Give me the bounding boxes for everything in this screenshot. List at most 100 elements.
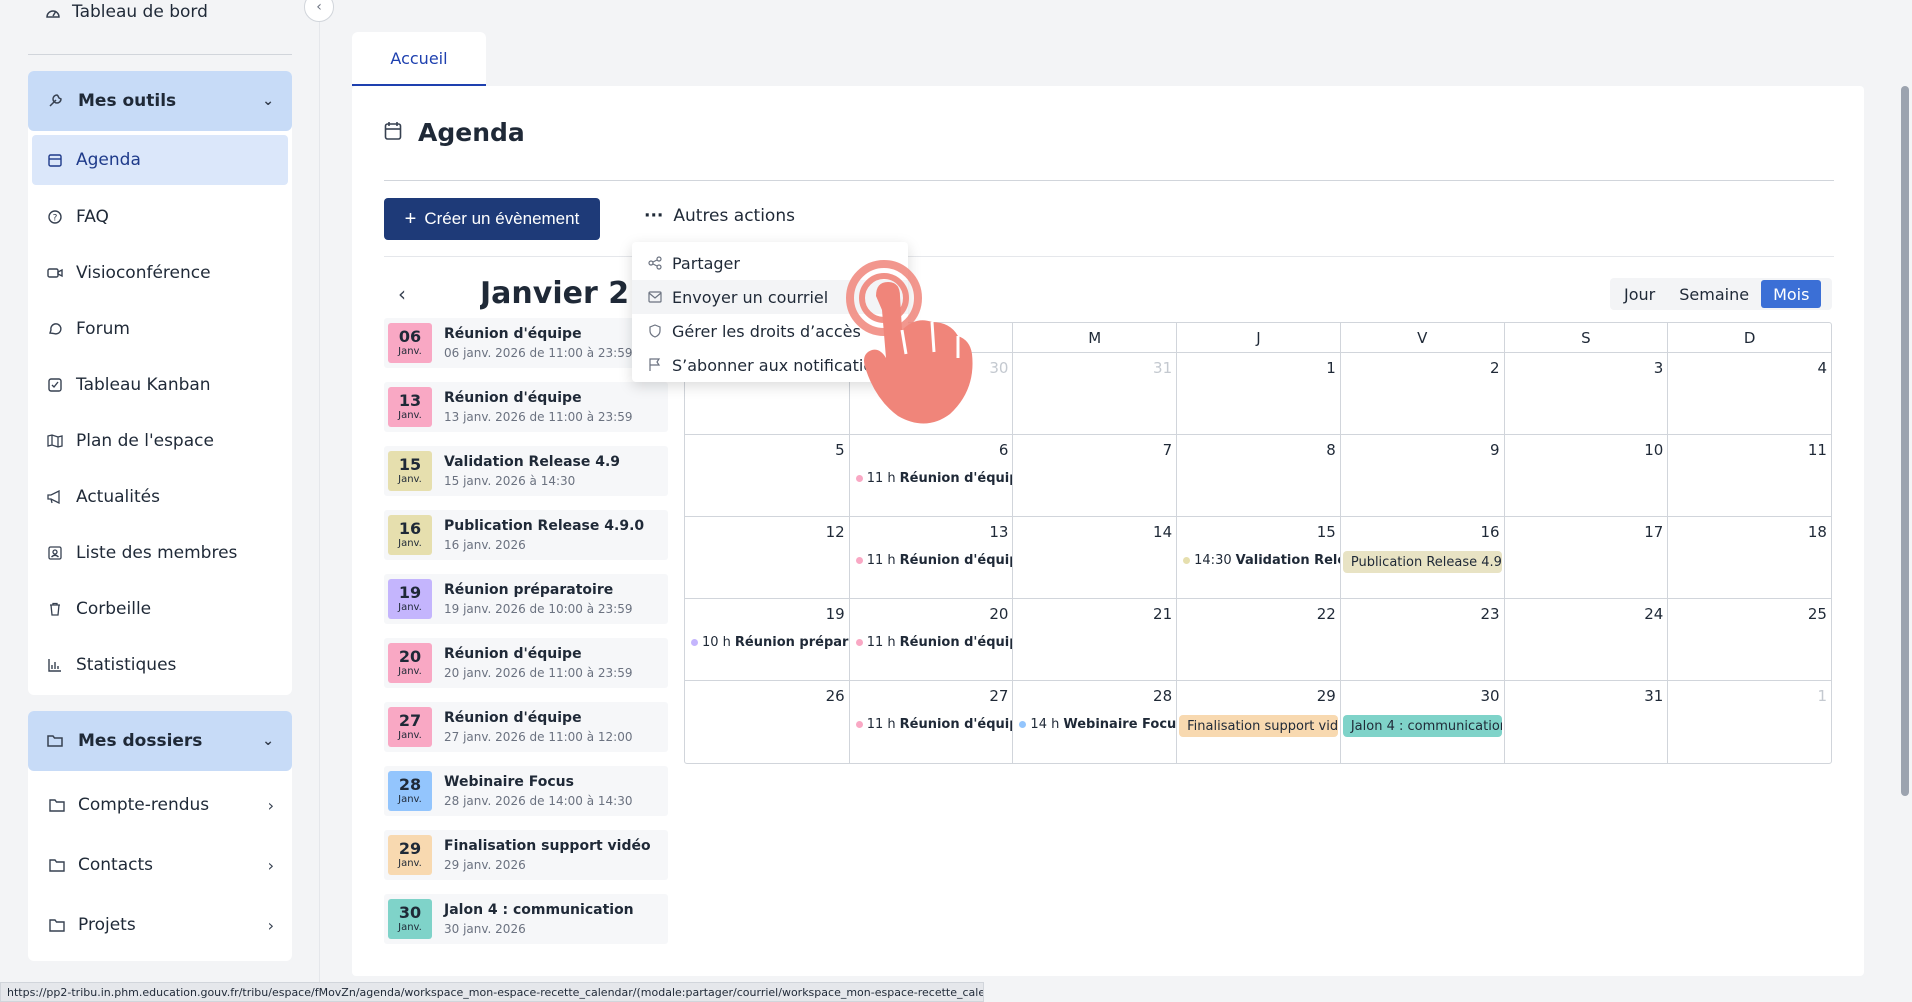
- list-item[interactable]: 13 Janv. Réunion d'équipe 13 janv. 2026 de …: [384, 382, 668, 432]
- calendar-day-cell[interactable]: 29 Finalisation support vidéo: [1176, 681, 1340, 763]
- chat-icon: [46, 322, 64, 336]
- calendar-day-cell[interactable]: 6 11 hRéunion d'équipe: [848, 435, 1012, 516]
- calendar-event[interactable]: 11 hRéunion d'équipe: [855, 553, 1012, 568]
- event-month: Janv.: [398, 858, 422, 869]
- calendar-day-cell[interactable]: 5: [685, 435, 849, 516]
- calendar-event-pill[interactable]: Finalisation support vidéo: [1179, 715, 1338, 737]
- folder-label: Contacts: [78, 855, 153, 875]
- calendar-event[interactable]: 14:30Validation Release 4.9: [1183, 553, 1340, 568]
- event-day: 16: [398, 519, 422, 538]
- list-item[interactable]: 20 Janv. Réunion d'équipe 20 janv. 2026 de …: [384, 638, 668, 688]
- calendar-day-cell[interactable]: 10: [1503, 435, 1668, 516]
- sidebar-item-corbeille[interactable]: Corbeille: [28, 581, 292, 637]
- event-time: 14:30: [1194, 553, 1232, 568]
- folder-icon: [48, 858, 66, 872]
- event-title: Finalisation support vidéo: [444, 838, 651, 854]
- sidebar-item-agenda[interactable]: Agenda: [32, 135, 288, 185]
- folders-group: Mes dossiers ⌄ Compte-rendus › Contacts › Pr…: [28, 711, 292, 961]
- folder-item-projets[interactable]: Projets ›: [28, 895, 292, 955]
- collapse-sidebar-button[interactable]: ‹: [304, 0, 334, 22]
- sidebar-item-faq[interactable]: ? FAQ: [28, 189, 292, 245]
- sidebar-item-liste-des-membres[interactable]: Liste des membres: [28, 525, 292, 581]
- calendar-event[interactable]: 11 hRéunion d'équipe: [855, 635, 1012, 650]
- folders-group-header[interactable]: Mes dossiers ⌄: [28, 711, 292, 771]
- calendar-day-cell[interactable]: 23: [1339, 599, 1504, 680]
- page-scrollbar[interactable]: [1898, 0, 1912, 1002]
- sidebar-item-actualités[interactable]: Actualités: [28, 469, 292, 525]
- list-item[interactable]: 27 Janv. Réunion d'équipe 27 janv. 2026 de …: [384, 702, 668, 752]
- create-event-button[interactable]: + Créer un évènement: [384, 198, 600, 240]
- calendar-day-cell[interactable]: 30 Jalon 4 : communication: [1339, 681, 1504, 763]
- calendar-event[interactable]: 11 hRéunion d'équipe: [855, 471, 1012, 486]
- calendar-day-cell[interactable]: 19 10 hRéunion préparatoire: [685, 599, 849, 680]
- sidebar-item-plan-de-l-espace[interactable]: Plan de l'espace: [28, 413, 292, 469]
- sidebar-item-statistiques[interactable]: Statistiques: [28, 637, 292, 693]
- calendar-day-cell[interactable]: 22: [1176, 599, 1340, 680]
- calendar-day-cell[interactable]: 14: [1012, 517, 1176, 598]
- tab-label: Accueil: [390, 48, 448, 68]
- event-date-badge: 29 Janv.: [388, 835, 432, 875]
- calendar-day-cell[interactable]: 9: [1339, 435, 1504, 516]
- calendar-day-cell[interactable]: 27 11 hRéunion d'équipe: [848, 681, 1012, 763]
- more-actions-button[interactable]: ··· Autres actions: [644, 206, 795, 226]
- calendar-day-cell[interactable]: 12: [685, 517, 849, 598]
- calendar-day-cell[interactable]: 21: [1012, 599, 1176, 680]
- tools-group-header[interactable]: Mes outils ⌄: [28, 71, 292, 131]
- list-item[interactable]: 16 Janv. Publication Release 4.9.0 16 janv.…: [384, 510, 668, 560]
- sidebar-item-forum[interactable]: Forum: [28, 301, 292, 357]
- calendar-day-cell[interactable]: 13 11 hRéunion d'équipe: [848, 517, 1012, 598]
- calendar-day-cell[interactable]: 31: [1012, 353, 1176, 434]
- list-item[interactable]: 19 Janv. Réunion préparatoire 19 janv. 2026…: [384, 574, 668, 624]
- calendar-day-cell[interactable]: 25: [1667, 599, 1831, 680]
- calendar-day-cell[interactable]: 7: [1012, 435, 1176, 516]
- flag-icon: [648, 358, 662, 372]
- calendar-day-cell[interactable]: 8: [1176, 435, 1340, 516]
- event-text: Publication Release 4.9.0 16 janv. 2026: [444, 518, 644, 552]
- event-date-badge: 13 Janv.: [388, 387, 432, 427]
- event-subtitle: 27 janv. 2026 de 11:00 à 12:00: [444, 730, 633, 744]
- calendar-event-pill[interactable]: Publication Release 4.9.0: [1342, 551, 1502, 573]
- list-item[interactable]: 30 Janv. Jalon 4 : communication 30 janv. 2…: [384, 894, 668, 944]
- calendar-day-cell[interactable]: 2: [1339, 353, 1504, 434]
- list-item[interactable]: 29 Janv. Finalisation support vidéo 29 janv…: [384, 830, 668, 880]
- calendar-day-cell[interactable]: 28 14 h Webinaire Focus: [1012, 681, 1176, 763]
- folder-item-compte-rendus[interactable]: Compte-rendus ›: [28, 775, 292, 835]
- event-date-badge: 27 Janv.: [388, 707, 432, 747]
- view-jour-button[interactable]: Jour: [1612, 280, 1667, 308]
- sidebar-item-dashboard[interactable]: Tableau de bord: [44, 2, 208, 22]
- previous-month-button[interactable]: ‹: [398, 282, 406, 306]
- calendar-day-cell[interactable]: 31: [1503, 681, 1668, 763]
- folder-item-contacts[interactable]: Contacts ›: [28, 835, 292, 895]
- view-semaine-button[interactable]: Semaine: [1667, 280, 1761, 308]
- calendar-day-cell[interactable]: 4: [1667, 353, 1831, 434]
- calendar-day-cell[interactable]: 1: [1176, 353, 1340, 434]
- event-time: 14 h: [1030, 717, 1060, 732]
- calendar-day-cell[interactable]: 18: [1667, 517, 1831, 598]
- calendar-day-cell[interactable]: 11: [1667, 435, 1831, 516]
- calendar-day-cell[interactable]: 1: [1667, 681, 1831, 763]
- calendar-day-cell[interactable]: 16 Publication Release 4.9.0: [1339, 517, 1504, 598]
- view-mois-button[interactable]: Mois: [1761, 280, 1822, 308]
- calendar-day-cell[interactable]: 24: [1503, 599, 1668, 680]
- list-item[interactable]: 15 Janv. Validation Release 4.9 15 janv. 20…: [384, 446, 668, 496]
- sidebar-item-tableau-kanban[interactable]: Tableau Kanban: [28, 357, 292, 413]
- folder-icon: [48, 918, 66, 932]
- sidebar-item-visioconférence[interactable]: Visioconférence: [28, 245, 292, 301]
- chevron-right-icon: ›: [267, 915, 274, 935]
- calendar-event[interactable]: 10 hRéunion préparatoire: [691, 635, 849, 650]
- calendar-day-cell[interactable]: 20 11 hRéunion d'équipe: [848, 599, 1012, 680]
- list-item[interactable]: 06 Janv. Réunion d'équipe 06 janv. 2026 de …: [384, 318, 668, 368]
- event-month: Janv.: [398, 794, 422, 805]
- tab-accueil[interactable]: Accueil: [352, 32, 486, 86]
- calendar-event[interactable]: 11 hRéunion d'équipe: [855, 717, 1012, 732]
- calendar-event-pill[interactable]: Jalon 4 : communication: [1342, 715, 1502, 737]
- calendar-day-cell[interactable]: 3: [1503, 353, 1668, 434]
- list-item[interactable]: 28 Janv. Webinaire Focus 28 janv. 2026 de 1…: [384, 766, 668, 816]
- calendar-event[interactable]: 14 h Webinaire Focus: [1019, 717, 1176, 732]
- scrollbar-thumb[interactable]: [1901, 86, 1909, 796]
- day-number: 29: [1316, 687, 1336, 705]
- event-month: Janv.: [398, 538, 422, 549]
- calendar-day-cell[interactable]: 17: [1503, 517, 1668, 598]
- calendar-day-cell[interactable]: 15 14:30Validation Release 4.9: [1176, 517, 1340, 598]
- calendar-day-cell[interactable]: 26: [685, 681, 849, 763]
